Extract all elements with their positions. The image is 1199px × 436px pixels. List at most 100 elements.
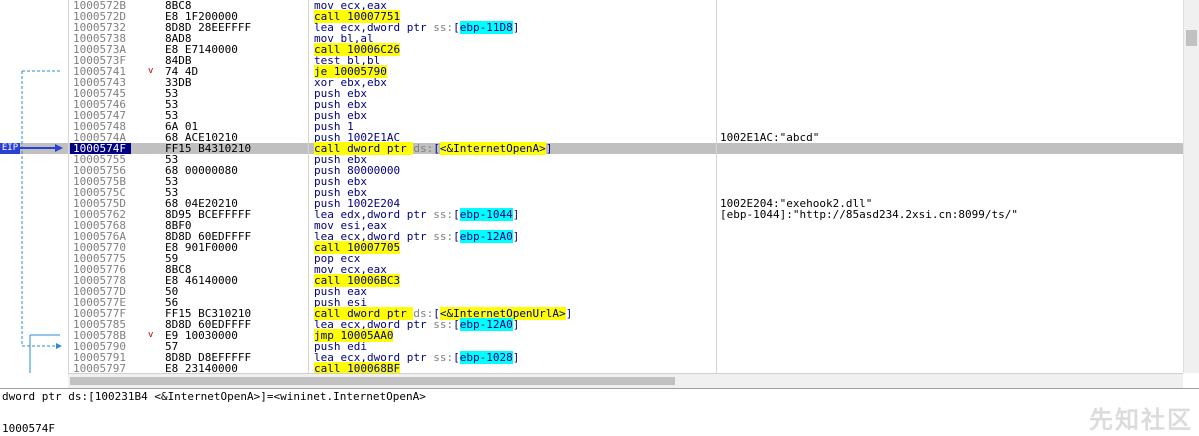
column-separator [68,0,69,373]
branch-marker-icon [148,308,160,319]
instruction-cell: xor ebx,ebx [314,77,714,88]
branch-marker-icon [148,253,160,264]
jump-arrows-gutter [20,70,63,373]
scrollbar-thumb[interactable] [1186,30,1197,46]
vertical-scrollbar[interactable] [1183,0,1199,373]
branch-marker-icon [148,341,160,352]
comment-cell [720,330,1180,341]
branch-marker-icon [148,55,160,66]
comment-cell [720,154,1180,165]
branch-marker-icon: v [148,330,154,340]
comment-cell [720,319,1180,330]
comment-cell [720,341,1180,352]
column-separator [308,0,309,373]
info-address: 1000574F [2,422,55,435]
branch-marker-icon [148,11,160,22]
branch-marker-icon [148,231,160,242]
branch-marker-icon [148,264,160,275]
comment-cell [720,99,1180,110]
branch-marker-icon [148,33,160,44]
bytes-cell: E9 10030000 [165,329,238,342]
instruction-cell: jmp 10005AA0 [314,329,714,342]
eip-badge: EIP [0,143,20,154]
branch-marker-icon [148,242,160,253]
instruction-cell: call dword ptr ds:[<&InternetOpenA>] [314,142,714,155]
comment-cell [720,275,1180,286]
instruction-cell: push ebx [314,176,714,187]
branch-marker-icon [148,88,160,99]
branch-marker-icon [148,275,160,286]
branch-marker-icon [148,110,160,121]
branch-marker-icon [148,143,160,154]
comment-cell [720,33,1180,44]
comment-cell [720,88,1180,99]
watermark-logo: 先知社区 [1089,406,1193,434]
comment-cell [720,110,1180,121]
bytes-cell: 53 [165,98,179,111]
comment-cell [720,363,1180,373]
branch-marker-icon [148,286,160,297]
branch-marker-icon [148,0,160,11]
address-cell: 10005797 [73,362,126,373]
info-line: dword ptr ds:[100231B4 <&InternetOpenA>]… [2,390,426,403]
bytes-cell: E8 901F0000 [165,241,238,254]
comment-cell [720,264,1180,275]
branch-marker-icon [148,297,160,308]
branch-marker-icon [148,187,160,198]
comment-cell: [ebp-1044]:"http://85asd234.2xsi.cn:8099… [720,208,1019,221]
branch-marker-icon [148,198,160,209]
bytes-cell: E8 46140000 [165,274,238,287]
branch-marker-icon [148,132,160,143]
bytes-cell: 33DB [165,76,192,89]
instruction-token: call 100068BF [314,362,401,373]
instruction-cell: push 80000000 [314,165,714,176]
branch-marker-icon [148,99,160,110]
instruction-cell: call 10007705 [314,241,714,254]
comment-cell [720,77,1180,88]
instruction-cell: lea ecx,dword ptr ss:[ebp-11D8] [314,21,714,34]
comment-cell [720,297,1180,308]
scrollbar-thumb[interactable] [70,377,675,385]
branch-marker-icon [148,363,160,373]
branch-marker-icon [148,209,160,220]
branch-marker-icon [148,154,160,165]
comment-cell [720,0,1180,11]
instruction-cell: push ebx [314,99,714,110]
branch-marker-icon [148,352,160,363]
eip-arrowhead [55,144,63,152]
bytes-cell: 53 [165,175,179,188]
branch-marker-icon [148,220,160,231]
disassembly-view[interactable]: 1000572B 8BC8 mov ecx,eax 1000572D E8 1F2000… [0,0,1183,373]
bytes-cell: 50 [165,285,179,298]
branch-marker-icon [148,77,160,88]
comment-cell [720,143,1180,154]
branch-marker-icon [148,165,160,176]
comment-cell [720,220,1180,231]
instruction-cell: call 100068BF [314,362,714,373]
instruction-cell: push ebx [314,110,714,121]
comment-cell [720,22,1180,33]
comment-cell [720,176,1180,187]
branch-marker-icon: v [148,66,154,76]
bytes-cell: FF15 B4310210 [165,142,252,155]
comment-cell [720,242,1180,253]
branch-marker-icon [148,44,160,55]
info-pane: dword ptr ds:[100231B4 <&InternetOpenA>]… [0,388,1199,436]
column-separator [716,0,717,373]
comment-cell: 1002E1AC:"abcd" [720,131,820,144]
instruction-row[interactable]: 10005797 E8 23140000 call 100068BF [0,362,1183,373]
instruction-cell: push eax [314,286,714,297]
comment-cell [720,352,1180,363]
comment-cell [720,44,1180,55]
comment-cell [720,165,1180,176]
jump-arrowhead-je [56,343,62,349]
instruction-cell: push ebx [314,88,714,99]
bytes-cell: 68 00000080 [165,164,238,177]
bytes-cell: E8 23140000 [165,362,238,373]
branch-marker-icon [148,121,160,132]
comment-cell [720,231,1180,242]
horizontal-scrollbar[interactable] [68,373,1183,388]
branch-marker-icon [148,319,160,330]
comment-cell [720,308,1180,319]
branch-marker-icon [148,22,160,33]
